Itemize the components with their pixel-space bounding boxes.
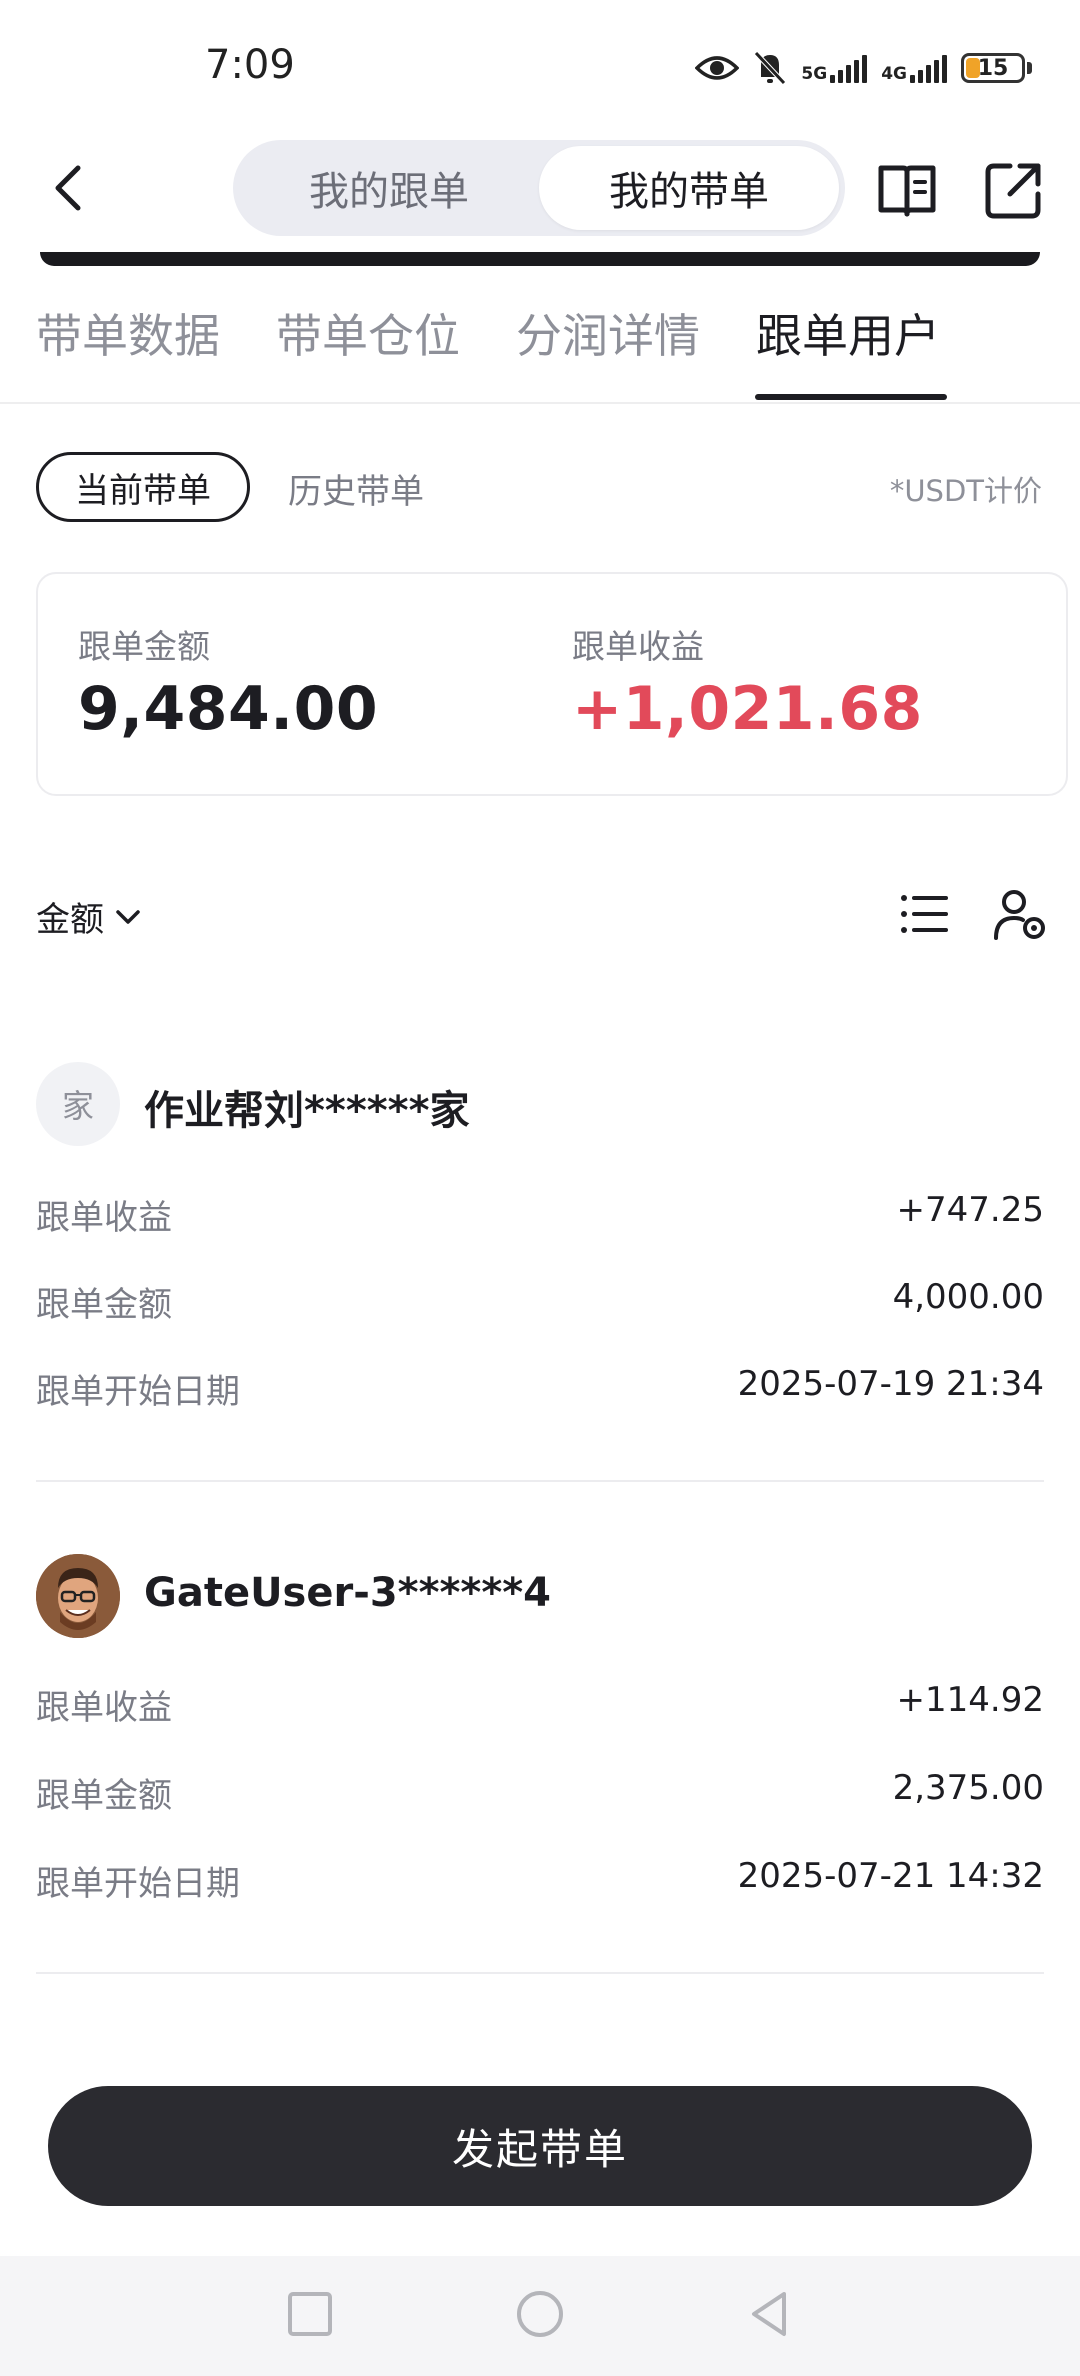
follower-amount-value: 2,375.00 [892, 1768, 1044, 1808]
guide-button[interactable] [875, 158, 939, 222]
system-nav-bar [0, 2256, 1080, 2376]
share-icon [985, 163, 1041, 219]
summary-amount-value: 9,484.00 [78, 674, 379, 744]
sort-dropdown[interactable]: 金额 [36, 892, 142, 941]
battery-level: 15 [977, 55, 1009, 81]
user-settings-icon [994, 890, 1045, 940]
bell-off-icon [754, 51, 787, 85]
status-icons: 5G 4G 15 [695, 46, 1032, 90]
triangle-back-icon [752, 2292, 786, 2336]
back-icon [55, 165, 81, 211]
follower-amount-value: 4,000.00 [892, 1277, 1044, 1317]
main-tabs: 带单数据 带单仓位 分润详情 跟单用户 [0, 290, 1080, 404]
share-button[interactable] [982, 158, 1046, 222]
signal-4g: 4G [881, 53, 947, 83]
mode-segmented-control: 我的跟单 我的带单 [233, 140, 845, 236]
list-divider [36, 1480, 1044, 1482]
follower-amount-label: 跟单金额 [36, 1776, 172, 1816]
battery-icon: 15 [961, 53, 1032, 83]
sort-label: 金额 [36, 900, 104, 940]
tab-profit-share[interactable]: 分润详情 [516, 300, 700, 366]
recent-apps-button[interactable] [280, 2284, 340, 2344]
back-button[interactable] [40, 160, 96, 216]
segment-my-follow[interactable]: 我的跟单 [239, 146, 539, 230]
summary-amount-label: 跟单金额 [78, 627, 210, 666]
start-lead-button[interactable]: 发起带单 [48, 2086, 1032, 2206]
active-tab-indicator [755, 394, 947, 400]
follower-start-date-value: 2025-07-19 21:34 [737, 1364, 1044, 1404]
tab-lead-positions[interactable]: 带单仓位 [276, 300, 460, 366]
header-edge-strip [40, 252, 1040, 266]
book-icon [878, 165, 936, 217]
list-view-button[interactable] [898, 888, 950, 940]
filter-history-button[interactable]: 历史带单 [288, 464, 424, 513]
chevron-down-icon [116, 909, 140, 924]
summary-profit-label: 跟单收益 [572, 627, 704, 666]
follower-name: GateUser-3******4 [144, 1570, 551, 1616]
signal-icon [910, 53, 947, 83]
segment-my-lead[interactable]: 我的带单 [539, 146, 839, 230]
eye-icon [695, 56, 740, 80]
list-divider [36, 1972, 1044, 1974]
follower-profit-value: +114.92 [896, 1680, 1044, 1720]
tab-followers[interactable]: 跟单用户 [756, 300, 940, 366]
home-button[interactable] [510, 2284, 570, 2344]
signal-icon [830, 53, 868, 83]
summary-card: 跟单金额 9,484.00 跟单收益 +1,021.68 [36, 572, 1068, 796]
square-icon [288, 2292, 332, 2336]
avatar [36, 1554, 120, 1638]
follower-start-date-value: 2025-07-21 14:32 [737, 1856, 1044, 1896]
network-label-5g: 5G [801, 64, 828, 84]
follower-profit-label: 跟单收益 [36, 1688, 172, 1728]
follower-start-date-label: 跟单开始日期 [36, 1372, 240, 1412]
filter-current-button[interactable]: 当前带单 [36, 452, 250, 522]
summary-profit-value: +1,021.68 [572, 674, 923, 744]
list-icon [901, 895, 948, 933]
circle-icon [517, 2291, 563, 2337]
signal-5g: 5G [801, 53, 868, 84]
follower-name: 作业帮刘******家 [144, 1088, 470, 1134]
follower-settings-button[interactable] [992, 886, 1048, 942]
avatar: 家 [36, 1062, 120, 1146]
follower-start-date-label: 跟单开始日期 [36, 1864, 240, 1904]
tab-lead-data[interactable]: 带单数据 [36, 300, 220, 366]
user-photo-icon [36, 1554, 120, 1638]
back-nav-button[interactable] [740, 2284, 800, 2344]
follower-profit-label: 跟单收益 [36, 1198, 172, 1238]
follower-amount-label: 跟单金额 [36, 1285, 172, 1325]
status-time: 7:09 [205, 42, 295, 88]
follower-profit-value: +747.25 [896, 1190, 1044, 1230]
network-label-4g: 4G [881, 64, 907, 84]
currency-note: *USDT计价 [889, 474, 1042, 508]
